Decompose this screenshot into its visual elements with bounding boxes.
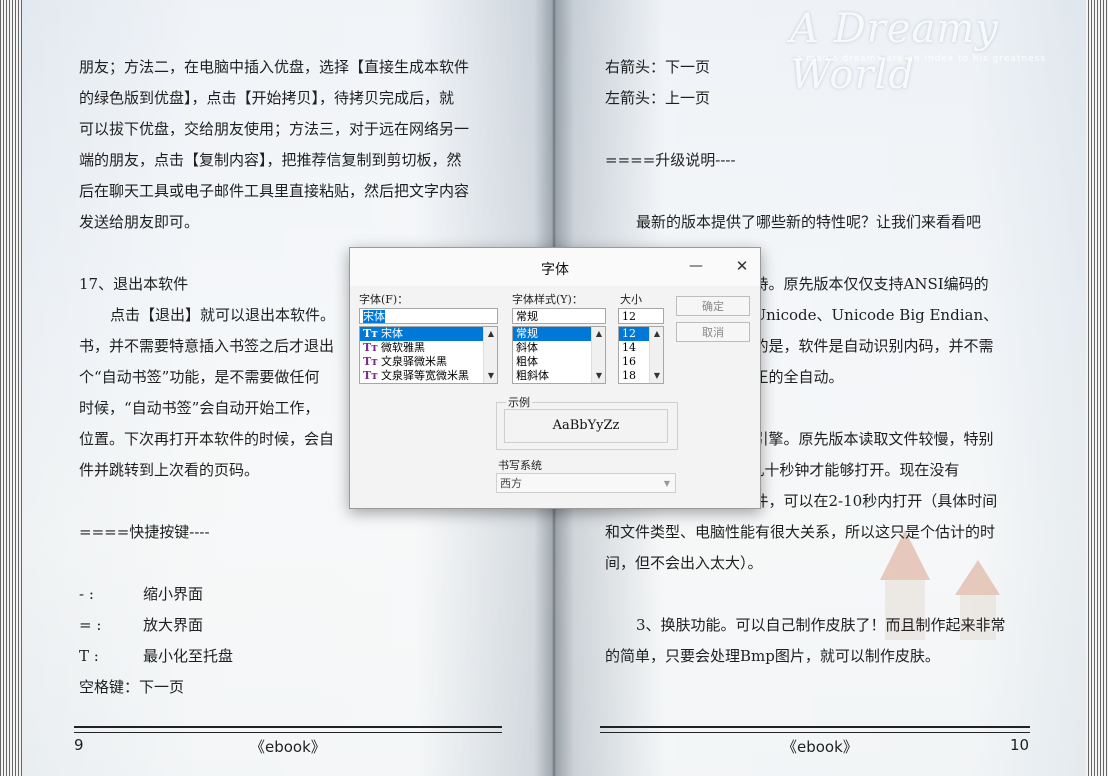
shortcut-row: = : 放大界面 (79, 610, 497, 641)
shortcut-description: 最小化至托盘 (143, 647, 234, 665)
font-family-option[interactable]: Tт 文泉驿微米黑 (360, 355, 497, 369)
font-style-scrollbar[interactable]: ▲ ▼ (591, 327, 605, 383)
font-style-option-label: 粗斜体 (516, 369, 549, 382)
font-size-option-label: 16 (622, 355, 636, 368)
left-footer-title: 《ebook》 (250, 738, 326, 756)
font-size-input[interactable]: 12 (618, 308, 664, 324)
font-family-option-label: 宋体 (381, 327, 403, 340)
shortcut-key: = : (79, 616, 102, 634)
right_page-line (605, 579, 1033, 610)
left_page-line: 可以拔下优盘，交给朋友使用；方法三，对于远在网络另一 (79, 120, 470, 138)
right_page-line: 最新的版本提供了哪些新的特性呢？让我们来看看吧 (636, 213, 982, 231)
font-family-option[interactable]: Tт 文泉驿等宽微米黑 (360, 369, 497, 383)
shortcut-space-line: 空格键：下一页 (79, 678, 185, 696)
right_page-line: 间，但不会出入太大）。 (605, 554, 763, 572)
sample-label: 示例 (506, 394, 532, 410)
right_page-line (605, 176, 1033, 207)
left_page-line: 的绿色版到优盘】，点击【开始拷贝】，待拷贝完成后，就 (79, 89, 455, 107)
minimize-icon[interactable]: — (686, 256, 706, 276)
font-family-input-value: 宋体 (363, 310, 385, 323)
left_page-line: ====快捷按键---- (79, 523, 210, 541)
font-family-input[interactable]: 宋体 (359, 308, 498, 324)
font-style-list[interactable]: 常规 斜体 粗体 粗斜体 ▲ ▼ (512, 326, 606, 384)
scroll-up-icon[interactable]: ▲ (650, 327, 663, 341)
scroll-down-icon[interactable]: ▼ (650, 369, 663, 383)
shortcut-description: 放大界面 (143, 616, 204, 634)
right-footer-rule (600, 726, 1030, 733)
font-family-list[interactable]: Tт 宋体 Tт 微软雅黑 Tт 文泉驿微米黑 Tт 文泉驿等宽微米黑 ▲ ▼ (359, 326, 498, 384)
left_page-line: 后在聊天工具或电子邮件工具里直接粘贴，然后把文字内容 (79, 182, 470, 200)
scroll-up-icon[interactable]: ▲ (484, 327, 497, 341)
right_page-line: 3、换肤功能。可以自己制作皮肤了！而且制作起来非常 (636, 616, 1006, 634)
right_page-line (605, 114, 1033, 145)
writing-system-label: 书写系统 (498, 459, 542, 472)
font-style-input[interactable]: 常规 (512, 308, 606, 324)
shortcut-key: - : (79, 585, 94, 603)
left-page-number: 9 (74, 736, 84, 754)
font-size-scrollbar[interactable]: ▲ ▼ (649, 327, 663, 383)
font-size-list[interactable]: 12 14 16 18 ▲ ▼ (618, 326, 664, 384)
chevron-down-icon[interactable]: ▼ (659, 474, 675, 492)
font-size-option-label: 18 (622, 369, 636, 382)
writing-system-value: 西方 (500, 477, 522, 490)
left_page-line: 朋友；方法二，在电脑中插入优盘，选择【直接生成本软件 (79, 58, 470, 76)
truetype-font-icon: Tт (363, 369, 379, 382)
font-size-option-label: 14 (622, 341, 636, 354)
shortcut-key: T : (79, 647, 99, 665)
truetype-font-icon: Tт (363, 341, 379, 354)
right-page-edges (1086, 0, 1108, 776)
left-page-edges (0, 0, 22, 776)
right_page-line: 的简单，只要会处理Bmp图片，就可以制作皮肤。 (605, 647, 940, 665)
font-style-option-label: 常规 (516, 327, 538, 340)
font-size-option-label: 12 (622, 327, 636, 340)
scroll-down-icon[interactable]: ▼ (592, 369, 605, 383)
font-family-scrollbar[interactable]: ▲ ▼ (483, 327, 497, 383)
sample-preview: AaBbYyZz (504, 409, 668, 443)
shortcut-row: T : 最小化至托盘 (79, 641, 497, 672)
dialog-titlebar[interactable]: 字体 — ✕ (350, 248, 760, 286)
left_page-line: 端的朋友，点击【复制内容】，把推荐信复制到剪切板，然 (79, 151, 462, 169)
font-style-label: 字体样式(Y)： (512, 293, 583, 306)
right_page-line: ====升级说明---- (605, 151, 736, 169)
left_page-line: 发送给朋友即可。 (79, 213, 200, 231)
font-style-option-label: 斜体 (516, 341, 538, 354)
close-icon[interactable]: ✕ (732, 256, 752, 276)
font-family-option[interactable]: Tт 微软雅黑 (360, 341, 497, 355)
font-family-option[interactable]: Tт 宋体 (360, 327, 497, 341)
left_page-line (79, 548, 497, 579)
scroll-up-icon[interactable]: ▲ (592, 327, 605, 341)
right-footer-title: 《ebook》 (782, 738, 858, 756)
right_page-line: 和文件类型、电脑性能有很大关系，所以这只是个估计的时 (605, 523, 996, 541)
shortcut-row: - : 缩小界面 (79, 579, 497, 610)
font-style-option-label: 粗体 (516, 355, 538, 368)
writing-system-select[interactable]: 西方 ▼ (496, 473, 676, 493)
font-family-option-label: 文泉驿等宽微米黑 (381, 369, 469, 382)
ok-button[interactable]: 确定 (676, 296, 750, 316)
truetype-font-icon: Tт (363, 327, 379, 340)
font-family-option-label: 文泉驿微米黑 (381, 355, 447, 368)
right_page-line: 左箭头：上一页 (605, 89, 711, 107)
truetype-font-icon: Tт (363, 355, 379, 368)
scroll-down-icon[interactable]: ▼ (484, 369, 497, 383)
font-family-label: 字体(F)： (359, 293, 409, 306)
right_page-line: 右箭头：下一页 (605, 58, 711, 76)
shortcut-description: 缩小界面 (143, 585, 204, 603)
font-family-option-label: 微软雅黑 (381, 341, 425, 354)
font-size-label: 大小 (620, 293, 642, 306)
left-footer-rule (74, 726, 502, 733)
right-page-number: 10 (1010, 736, 1030, 754)
cancel-button[interactable]: 取消 (676, 322, 750, 342)
